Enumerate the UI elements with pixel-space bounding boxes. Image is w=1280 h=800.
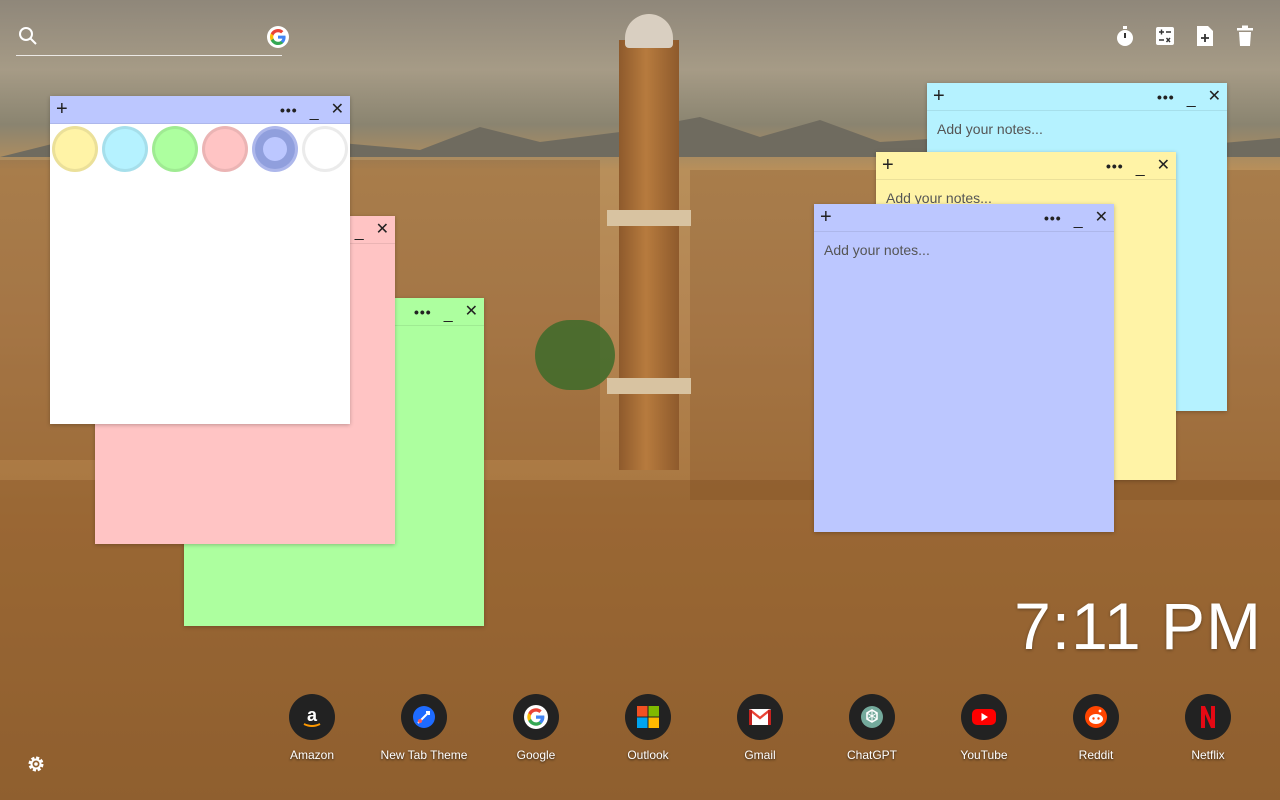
app-label: Amazon bbox=[289, 748, 335, 762]
app-label: Outlook bbox=[627, 748, 669, 762]
youtube-icon bbox=[961, 694, 1007, 740]
amazon-icon: a bbox=[289, 694, 335, 740]
app-label: New Tab Theme bbox=[380, 748, 468, 762]
swatch-yellow[interactable] bbox=[52, 126, 98, 172]
color-picker bbox=[52, 126, 348, 172]
app-gmail[interactable]: Gmail bbox=[704, 694, 816, 762]
timer-icon[interactable] bbox=[1114, 24, 1136, 48]
app-label: Netflix bbox=[1191, 748, 1225, 762]
sticky-note-blue[interactable]: + ••• _ ✕ bbox=[814, 204, 1114, 532]
close-button[interactable]: ✕ bbox=[331, 102, 344, 118]
app-amazon[interactable]: a Amazon bbox=[256, 694, 368, 762]
close-button[interactable]: ✕ bbox=[1157, 158, 1170, 174]
sticky-note-white[interactable]: + ••• _ ✕ bbox=[50, 96, 350, 424]
chatgpt-icon bbox=[849, 694, 895, 740]
app-label: Google bbox=[516, 748, 556, 762]
app-dock: a Amazon New Tab Theme Google Outlook Gm… bbox=[256, 694, 1264, 762]
calculator-icon[interactable] bbox=[1154, 24, 1176, 48]
add-note-button[interactable]: + bbox=[820, 206, 832, 228]
more-options-button[interactable]: ••• bbox=[1157, 89, 1175, 105]
new-document-icon[interactable] bbox=[1194, 24, 1216, 48]
toolbar bbox=[1114, 24, 1256, 48]
app-label: YouTube bbox=[960, 748, 1008, 762]
app-netflix[interactable]: Netflix bbox=[1152, 694, 1264, 762]
close-button[interactable]: ✕ bbox=[465, 304, 478, 320]
minimize-button[interactable]: _ bbox=[444, 307, 453, 323]
app-new-tab-theme[interactable]: New Tab Theme bbox=[368, 694, 480, 762]
minimize-button[interactable]: _ bbox=[1187, 92, 1196, 108]
swatch-cyan[interactable] bbox=[102, 126, 148, 172]
minimize-button[interactable]: _ bbox=[1136, 161, 1145, 177]
close-button[interactable]: ✕ bbox=[1208, 89, 1221, 105]
app-youtube[interactable]: YouTube bbox=[928, 694, 1040, 762]
netflix-icon bbox=[1185, 694, 1231, 740]
minimize-button[interactable]: _ bbox=[1074, 213, 1083, 229]
app-reddit[interactable]: Reddit bbox=[1040, 694, 1152, 762]
minimize-button[interactable]: _ bbox=[355, 225, 364, 241]
search-input[interactable] bbox=[48, 24, 248, 50]
app-chatgpt[interactable]: ChatGPT bbox=[816, 694, 928, 762]
more-options-button[interactable]: ••• bbox=[1106, 158, 1124, 174]
swatch-white[interactable] bbox=[302, 126, 348, 172]
app-label: Reddit bbox=[1078, 748, 1114, 762]
new-tab-theme-icon bbox=[401, 694, 447, 740]
note-titlebar[interactable]: + ••• _ ✕ bbox=[50, 96, 350, 124]
google-search-icon[interactable] bbox=[267, 26, 289, 48]
note-titlebar[interactable]: + ••• _ ✕ bbox=[927, 83, 1227, 111]
close-button[interactable]: ✕ bbox=[1095, 210, 1108, 226]
add-note-button[interactable]: + bbox=[56, 98, 68, 120]
trash-icon[interactable] bbox=[1234, 24, 1256, 48]
gmail-icon bbox=[737, 694, 783, 740]
more-options-button[interactable]: ••• bbox=[414, 304, 432, 320]
minaret-decoration bbox=[603, 0, 695, 470]
more-options-button[interactable]: ••• bbox=[1044, 210, 1062, 226]
swatch-green[interactable] bbox=[152, 126, 198, 172]
reddit-icon bbox=[1073, 694, 1119, 740]
swatch-pink[interactable] bbox=[202, 126, 248, 172]
add-note-button[interactable]: + bbox=[933, 85, 945, 107]
clock: 7:11 PM bbox=[1014, 589, 1262, 663]
app-label: ChatGPT bbox=[846, 748, 897, 762]
note-titlebar[interactable]: + ••• _ ✕ bbox=[876, 152, 1176, 180]
svg-text:a: a bbox=[307, 705, 318, 725]
search-bar bbox=[16, 22, 289, 56]
app-google[interactable]: Google bbox=[480, 694, 592, 762]
note-titlebar[interactable]: + ••• _ ✕ bbox=[814, 204, 1114, 232]
search-icon[interactable] bbox=[18, 26, 38, 46]
minimize-button[interactable]: _ bbox=[310, 105, 319, 121]
close-button[interactable]: ✕ bbox=[376, 222, 389, 238]
note-textarea[interactable] bbox=[824, 242, 1104, 522]
more-options-button[interactable]: ••• bbox=[280, 102, 298, 118]
add-note-button[interactable]: + bbox=[882, 154, 894, 176]
outlook-icon bbox=[625, 694, 671, 740]
app-outlook[interactable]: Outlook bbox=[592, 694, 704, 762]
app-label: Gmail bbox=[744, 748, 776, 762]
google-icon bbox=[513, 694, 559, 740]
swatch-blue[interactable] bbox=[252, 126, 298, 172]
settings-gear-icon[interactable] bbox=[26, 754, 46, 774]
